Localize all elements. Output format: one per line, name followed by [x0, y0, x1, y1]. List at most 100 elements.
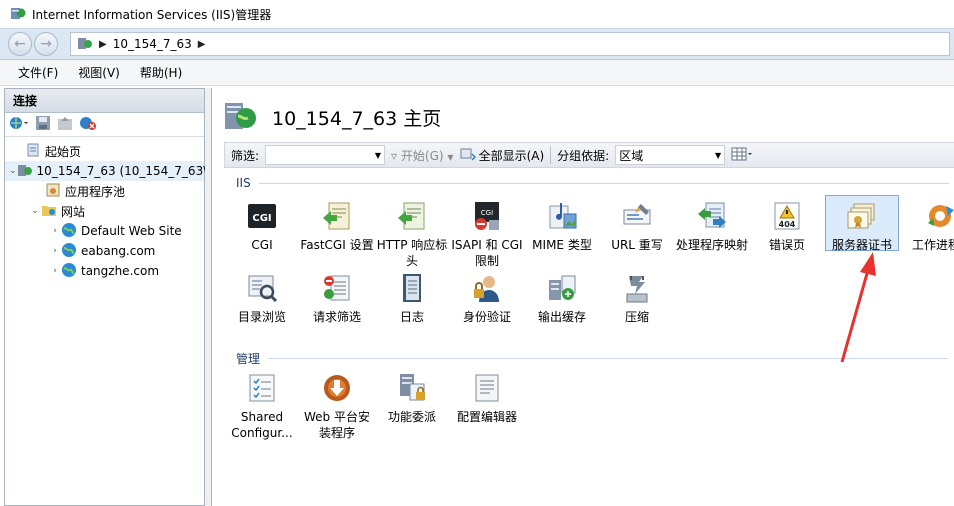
- tree-item-app-pools[interactable]: 应用程序池: [5, 181, 204, 201]
- feature-delegation-icon: [396, 372, 428, 404]
- feature-worker-processes[interactable]: 工作进程: [904, 200, 954, 253]
- tree-label: 起始页: [45, 144, 82, 159]
- feature-http-response-headers[interactable]: HTTP 响应标头: [375, 200, 449, 269]
- website-globe-icon: [61, 222, 77, 241]
- feature-logging[interactable]: 日志: [375, 272, 449, 325]
- section-iis-label: IIS: [236, 176, 251, 190]
- tree-label: 10_154_7_63 (10_154_7_63\: [36, 164, 208, 178]
- connect-globe-icon[interactable]: [9, 115, 29, 134]
- mime-types-icon: [546, 200, 578, 232]
- fastcgi-settings-icon: [321, 200, 353, 232]
- http-headers-icon: [396, 200, 428, 232]
- breadcrumb-server[interactable]: 10_154_7_63: [113, 37, 192, 51]
- section-management: 管理: [236, 350, 949, 367]
- chevron-down-icon[interactable]: ⌄: [9, 166, 17, 176]
- tree-label: tangzhe.com: [81, 264, 160, 278]
- tree-item-site[interactable]: › eabang.com: [5, 241, 204, 261]
- error-pages-icon: 404: [771, 200, 803, 232]
- chevron-down-icon[interactable]: ⌄: [29, 206, 41, 216]
- toolbar-separator: [550, 146, 552, 164]
- website-globe-icon: [61, 262, 77, 281]
- isapi-icon-text: CGI: [481, 209, 493, 217]
- cgi-icon-text: CGI: [252, 213, 271, 224]
- error-icon-text: 404: [779, 220, 796, 229]
- page-title: 10_154_7_63 主页: [272, 108, 442, 130]
- feature-label: MIME 类型: [532, 238, 592, 252]
- handler-mappings-icon: [696, 200, 728, 232]
- group-by-select[interactable]: 区域 ▼: [615, 145, 726, 165]
- feature-label: 服务器证书: [831, 238, 892, 252]
- chevron-right-icon[interactable]: ›: [49, 246, 61, 256]
- forward-button[interactable]: →: [34, 32, 58, 56]
- menu-bar: 文件(F) 视图(V) 帮助(H): [0, 60, 954, 86]
- tree-item-sites[interactable]: ⌄ 网站: [5, 201, 204, 221]
- server-large-icon: [222, 98, 258, 137]
- filter-input[interactable]: ▼: [265, 145, 386, 165]
- dropdown-arrow-icon: ▼: [374, 150, 382, 160]
- feature-compression[interactable]: 压缩: [600, 272, 674, 325]
- section-management-label: 管理: [236, 352, 261, 366]
- features-view: 10_154_7_63 主页 筛选: ▼ ▿ 开始(G) ▼ 全部显示(A) 分…: [211, 88, 954, 506]
- tree-item-site[interactable]: › Default Web Site: [5, 221, 204, 241]
- feature-directory-browsing[interactable]: 目录浏览: [225, 272, 299, 325]
- feature-label: 目录浏览: [237, 310, 286, 324]
- feature-handler-mappings[interactable]: 处理程序映射: [675, 200, 749, 253]
- feature-label: FastCGI 设置: [300, 238, 374, 252]
- section-divider: [268, 358, 949, 359]
- feature-label: CGI: [251, 238, 273, 252]
- app-pool-icon: [45, 182, 61, 201]
- feature-label: 压缩: [624, 310, 649, 324]
- feature-shared-configuration[interactable]: Shared Configur...: [225, 372, 299, 441]
- feature-isapi-cgi-restrictions[interactable]: CGI ISAPI 和 CGI 限制: [450, 200, 524, 269]
- group-by-value: 区域: [619, 148, 644, 163]
- address-bar[interactable]: ▶ 10_154_7_63 ▶: [70, 32, 950, 56]
- tree-item-site[interactable]: › tangzhe.com: [5, 261, 204, 281]
- show-all-icon: [460, 148, 476, 161]
- chevron-right-icon[interactable]: ›: [49, 226, 61, 236]
- feature-label: 输出缓存: [537, 310, 586, 324]
- tree-item-start-page[interactable]: 起始页: [5, 141, 204, 161]
- url-rewrite-icon: [621, 200, 653, 232]
- feature-output-caching[interactable]: 输出缓存: [525, 272, 599, 325]
- server-certificates-icon: [846, 200, 878, 232]
- breadcrumb-chevron-icon[interactable]: ▶: [198, 39, 206, 50]
- disconnect-icon[interactable]: [79, 115, 97, 134]
- tree-item-server[interactable]: ⌄ 10_154_7_63 (10_154_7_63\: [5, 161, 207, 181]
- tree-label: Default Web Site: [81, 224, 182, 238]
- menu-file[interactable]: 文件(F): [18, 64, 58, 81]
- navigation-bar: ← → ▶ 10_154_7_63 ▶: [0, 28, 954, 60]
- feature-configuration-editor[interactable]: 配置编辑器: [450, 372, 524, 425]
- arrow-left-icon: ←: [14, 36, 26, 52]
- save-icon[interactable]: [35, 115, 51, 134]
- feature-label: 工作进程: [912, 238, 954, 252]
- back-button[interactable]: ←: [8, 32, 32, 56]
- start-page-icon: [25, 142, 41, 161]
- show-all-button[interactable]: 全部显示(A): [460, 147, 544, 164]
- chevron-right-icon[interactable]: ›: [49, 266, 61, 276]
- menu-help[interactable]: 帮助(H): [140, 64, 182, 81]
- menu-view[interactable]: 视图(V): [78, 64, 120, 81]
- feature-authentication[interactable]: 身份验证: [450, 272, 524, 325]
- feature-mime-types[interactable]: MIME 类型: [525, 200, 599, 253]
- feature-server-certificates[interactable]: 服务器证书: [825, 195, 899, 252]
- feature-cgi[interactable]: CGI CGI: [225, 200, 299, 253]
- up-level-icon[interactable]: [57, 115, 73, 134]
- website-globe-icon: [61, 242, 77, 261]
- funnel-icon: ▿: [391, 148, 398, 163]
- feature-delegation[interactable]: 功能委派: [375, 372, 449, 425]
- section-divider: [258, 182, 949, 184]
- feature-url-rewrite[interactable]: URL 重写: [600, 200, 674, 253]
- feature-fastcgi[interactable]: FastCGI 设置: [300, 200, 374, 253]
- request-filtering-icon: [321, 272, 353, 304]
- feature-error-pages[interactable]: 404 错误页: [750, 200, 824, 253]
- feature-label: 处理程序映射: [675, 238, 748, 252]
- connections-toolbar: [5, 113, 204, 137]
- go-button[interactable]: ▿ 开始(G) ▼: [391, 147, 454, 164]
- feature-web-platform-installer[interactable]: Web 平台安装程序: [300, 372, 374, 441]
- feature-request-filtering[interactable]: 请求筛选: [300, 272, 374, 325]
- cgi-icon: CGI: [246, 200, 278, 232]
- view-mode-icon[interactable]: [731, 147, 753, 164]
- page-header: 10_154_7_63 主页: [222, 98, 441, 137]
- feature-label: 日志: [399, 310, 424, 324]
- breadcrumb-chevron-icon[interactable]: ▶: [99, 39, 107, 50]
